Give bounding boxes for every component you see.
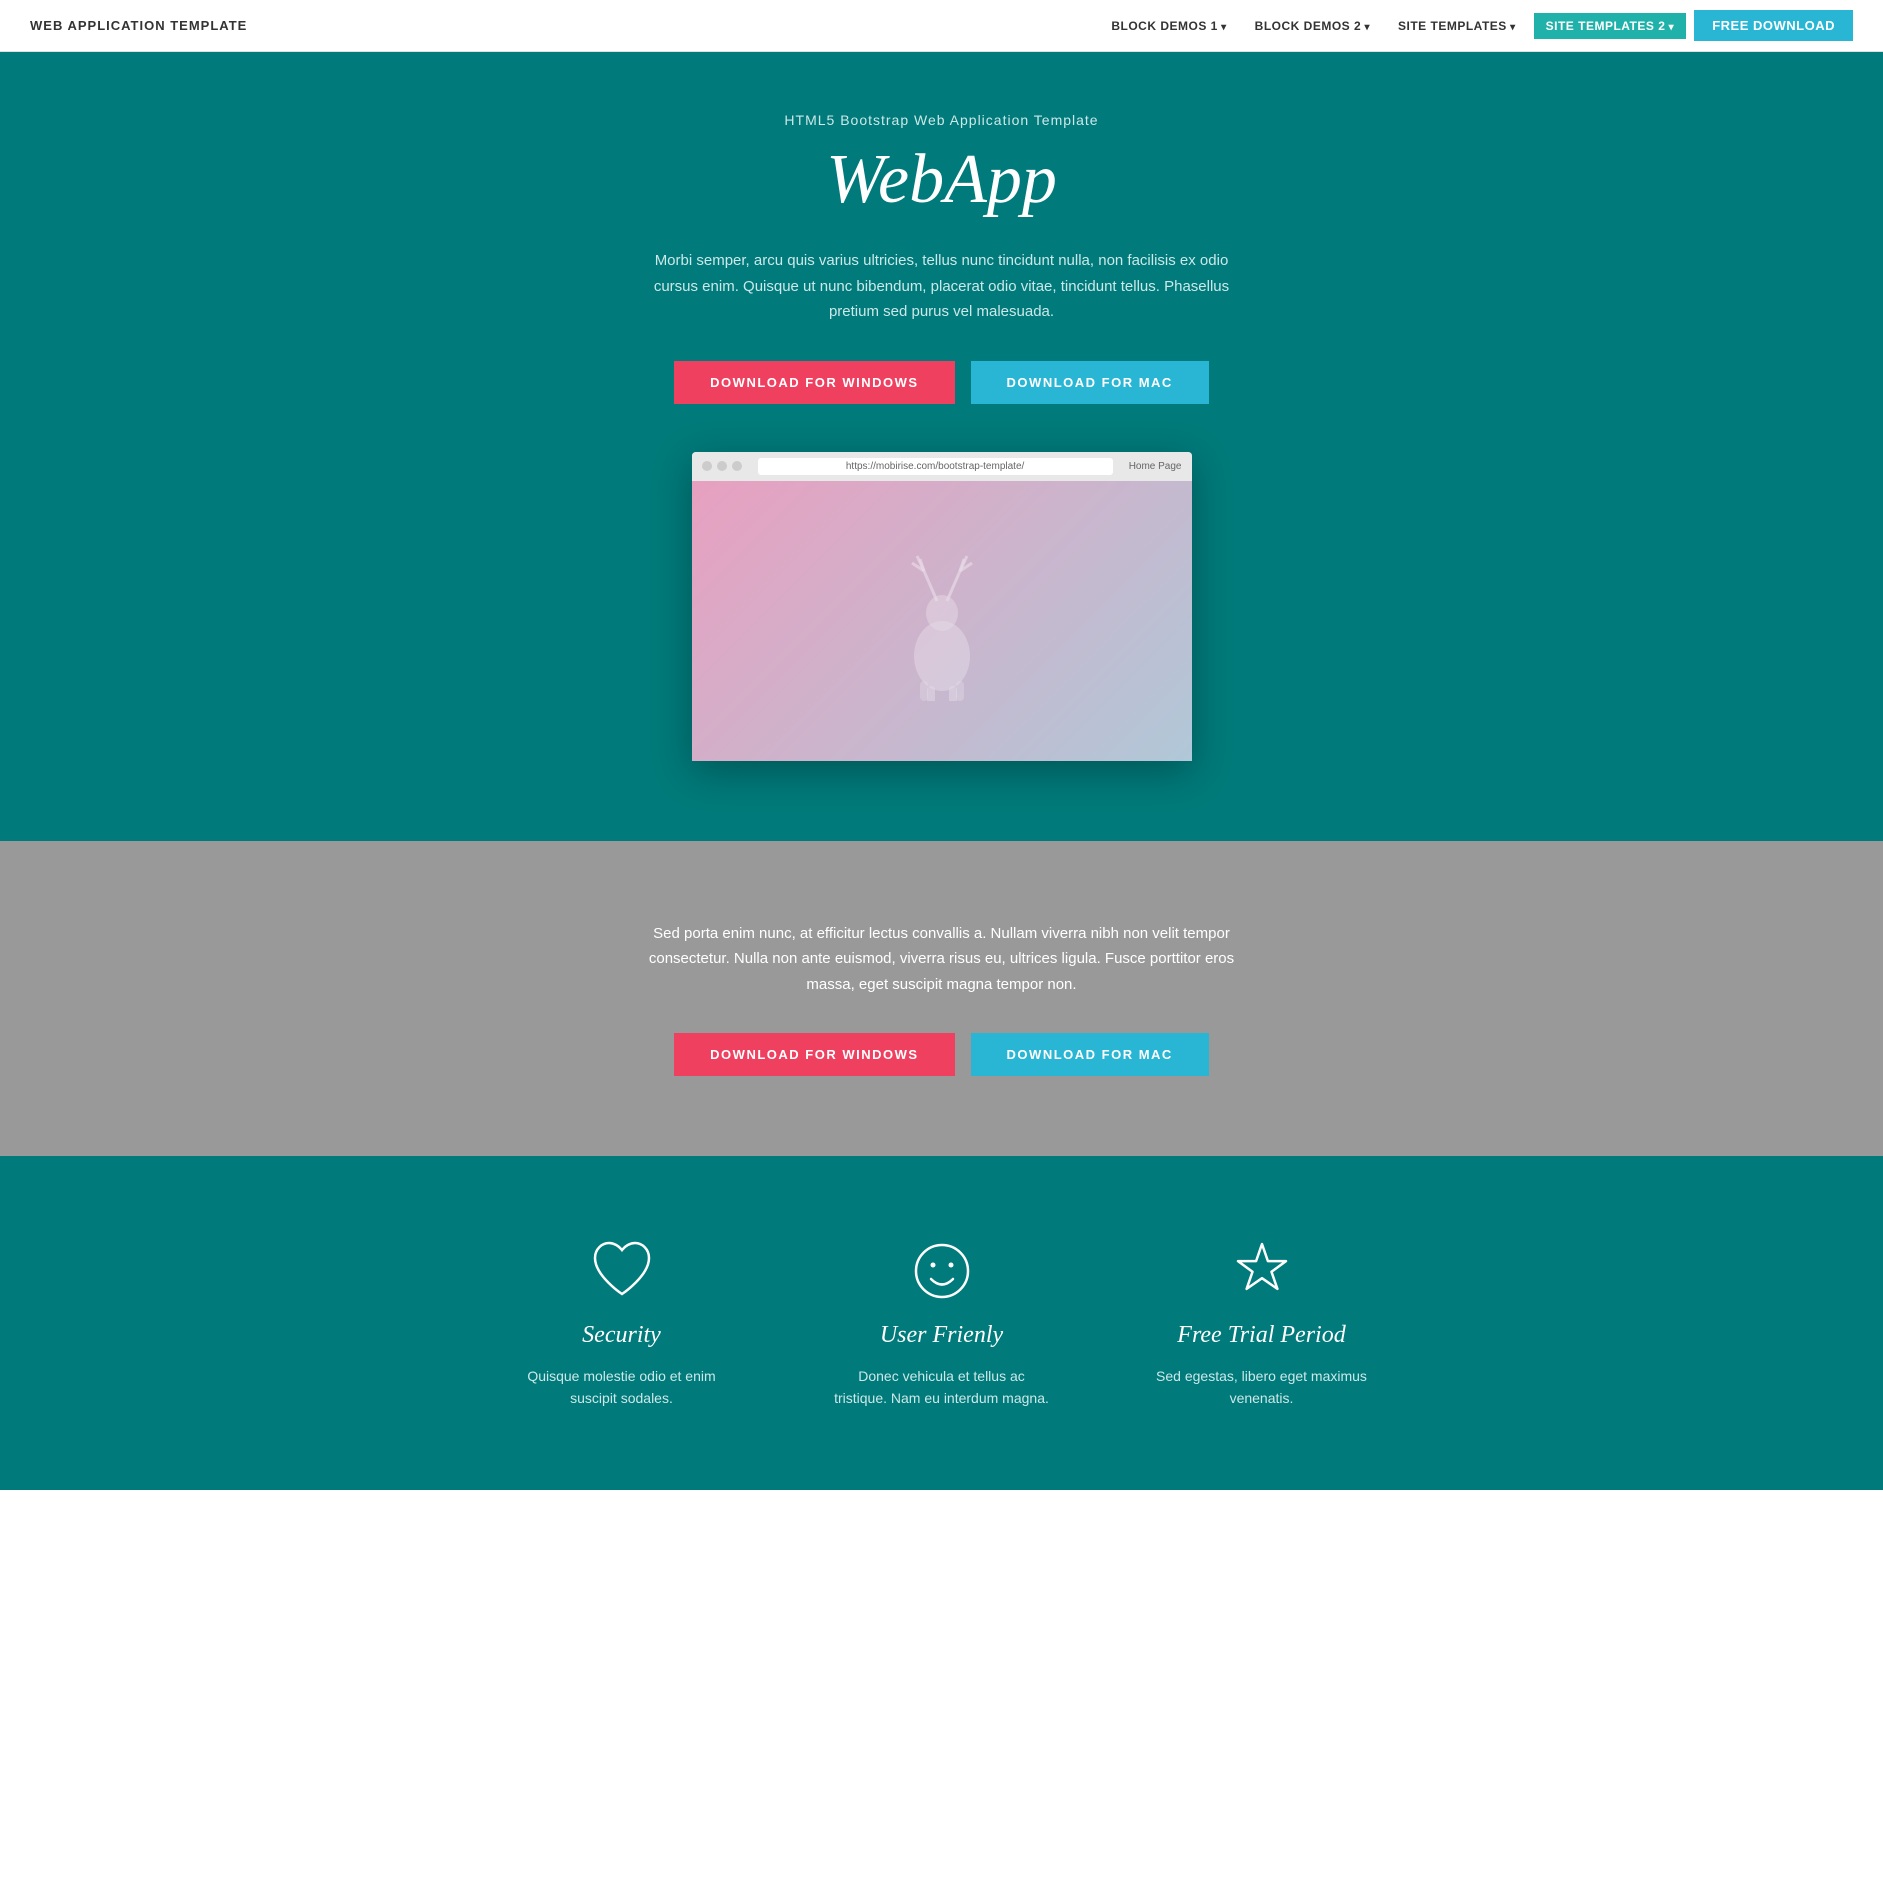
nav-block-demos-2[interactable]: BLOCK DEMOS 2 — [1245, 13, 1380, 39]
heart-icon — [587, 1236, 657, 1306]
gray-download-windows-button[interactable]: DOWNLOAD FOR WINDOWS — [674, 1033, 954, 1076]
gray-section: Sed porta enim nunc, at efficitur lectus… — [0, 841, 1883, 1157]
browser-dot-3 — [732, 461, 742, 471]
user-friendly-title: User Frienly — [880, 1322, 1003, 1349]
browser-address-bar: https://mobirise.com/bootstrap-template/ — [758, 458, 1113, 475]
features-grid: Security Quisque molestie odio et enim s… — [492, 1236, 1392, 1410]
hero-description: Morbi semper, arcu quis varius ultricies… — [642, 248, 1242, 325]
nav-site-templates[interactable]: SITE TEMPLATES — [1388, 13, 1526, 39]
feature-free-trial: Free Trial Period Sed egestas, libero eg… — [1152, 1236, 1372, 1410]
feature-user-friendly: User Frienly Donec vehicula et tellus ac… — [832, 1236, 1052, 1410]
browser-dots — [702, 461, 742, 471]
user-friendly-description: Donec vehicula et tellus ac tristique. N… — [832, 1365, 1052, 1410]
free-download-button[interactable]: FREE DOWNLOAD — [1694, 10, 1853, 41]
smiley-icon — [907, 1236, 977, 1306]
nav-site-templates-2[interactable]: SITE TEMPLATES 2 — [1534, 13, 1687, 39]
navbar-right: BLOCK DEMOS 1 BLOCK DEMOS 2 SITE TEMPLAT… — [1101, 10, 1853, 41]
navbar-brand: WEB APPLICATION TEMPLATE — [30, 18, 247, 33]
browser-content — [692, 481, 1192, 761]
feature-security: Security Quisque molestie odio et enim s… — [512, 1236, 732, 1410]
browser-home-label: Home Page — [1129, 461, 1182, 472]
deer-icon — [882, 541, 1002, 701]
security-title: Security — [582, 1322, 661, 1349]
hero-download-windows-button[interactable]: DOWNLOAD FOR WINDOWS — [674, 361, 954, 404]
star-icon — [1227, 1236, 1297, 1306]
hero-subtitle: HTML5 Bootstrap Web Application Template — [20, 112, 1863, 128]
free-trial-description: Sed egestas, libero eget maximus venenat… — [1152, 1365, 1372, 1410]
browser-toolbar: https://mobirise.com/bootstrap-template/… — [692, 452, 1192, 481]
browser-mockup: https://mobirise.com/bootstrap-template/… — [692, 452, 1192, 761]
browser-dot-2 — [717, 461, 727, 471]
gray-section-description: Sed porta enim nunc, at efficitur lectus… — [632, 921, 1252, 998]
hero-download-mac-button[interactable]: DOWNLOAD FOR MAC — [971, 361, 1209, 404]
nav-block-demos-1[interactable]: BLOCK DEMOS 1 — [1101, 13, 1236, 39]
hero-section: HTML5 Bootstrap Web Application Template… — [0, 52, 1883, 841]
browser-dot-1 — [702, 461, 712, 471]
gray-buttons: DOWNLOAD FOR WINDOWS DOWNLOAD FOR MAC — [20, 1033, 1863, 1076]
free-trial-title: Free Trial Period — [1177, 1322, 1345, 1349]
navbar: WEB APPLICATION TEMPLATE BLOCK DEMOS 1 B… — [0, 0, 1883, 52]
hero-buttons: DOWNLOAD FOR WINDOWS DOWNLOAD FOR MAC — [20, 361, 1863, 404]
security-description: Quisque molestie odio et enim suscipit s… — [512, 1365, 732, 1410]
features-section: Security Quisque molestie odio et enim s… — [0, 1156, 1883, 1490]
hero-title: WebApp — [20, 140, 1863, 220]
gray-download-mac-button[interactable]: DOWNLOAD FOR MAC — [971, 1033, 1209, 1076]
